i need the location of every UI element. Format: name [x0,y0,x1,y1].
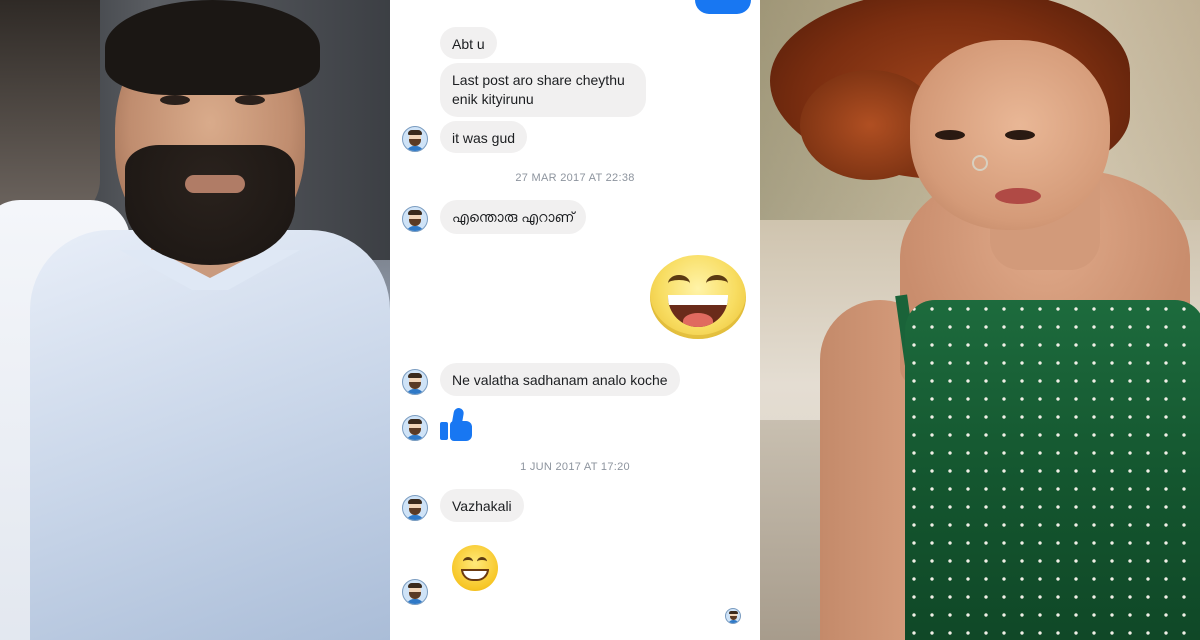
left-photo-beard [125,145,295,265]
message-bubble[interactable]: it was gud [440,121,528,153]
chat-panel: Abt u Last post aro share cheythu enik k… [390,0,760,640]
timestamp: 27 MAR 2017 AT 22:38 [515,172,635,184]
left-photo-shirt [30,230,390,640]
timestamp: 1 JUN 2017 AT 17:20 [520,461,630,473]
read-receipt-avatar-icon [725,608,741,624]
right-photo-lips [995,188,1041,204]
grinning-face-icon[interactable] [452,545,498,591]
message-text-line: enik kityirunu [452,91,534,107]
green-polka-dot-dress [905,300,1200,640]
message-bubble[interactable]: Vazhakali [440,489,524,522]
user-avatar-icon[interactable] [402,206,428,232]
grinning-face-icon[interactable] [650,255,746,339]
message-text: എന്തൊരു എറാണ് [452,209,575,225]
message-text: Abt u [452,36,485,52]
left-photo-hair [105,0,320,95]
left-photo-eye [160,95,190,105]
right-photo-eye [935,130,965,140]
left-photo-bystander [0,0,100,220]
sent-message-bubble[interactable] [695,0,751,14]
message-text: Ne valatha sadhanam analo koche [452,372,668,388]
nose-ring [972,155,988,171]
message-bubble[interactable]: എന്തൊരു എറാണ് [440,200,587,234]
left-photo-eye [235,95,265,105]
message-bubble[interactable]: Last post aro share cheythu enik kityiru… [440,63,646,117]
right-photo [760,0,1200,640]
user-avatar-icon[interactable] [402,495,428,521]
user-avatar-icon[interactable] [402,579,428,605]
message-bubble[interactable]: Abt u [440,27,497,59]
left-photo [0,0,390,640]
message-text-line: Last post aro share cheythu [452,72,625,88]
user-avatar-icon[interactable] [402,415,428,441]
message-text: Vazhakali [452,498,512,514]
message-bubble[interactable]: Ne valatha sadhanam analo koche [440,363,680,396]
left-photo-mouth [185,175,245,193]
user-avatar-icon[interactable] [402,369,428,395]
right-photo-eye [1005,130,1035,140]
user-avatar-icon[interactable] [402,126,428,152]
message-text: it was gud [452,130,516,146]
thumbs-up-icon[interactable] [440,407,474,442]
